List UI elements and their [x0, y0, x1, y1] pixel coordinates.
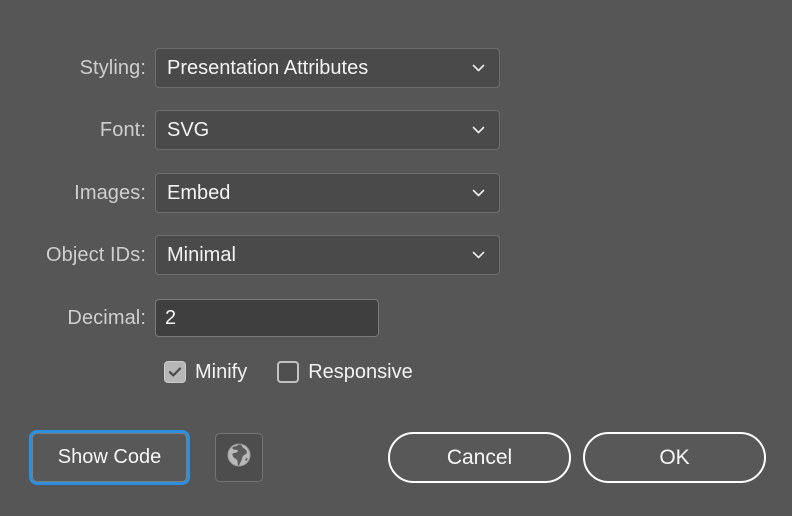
show-code-button[interactable]: Show Code	[32, 433, 187, 482]
checkbox-box-checked	[164, 361, 186, 383]
object-ids-select-value: Minimal	[156, 244, 236, 266]
images-select[interactable]: Embed	[155, 173, 500, 213]
decimal-input[interactable]: 2	[155, 299, 379, 337]
svg-export-options-dialog: Styling: Presentation Attributes Font: S…	[0, 0, 792, 516]
font-select[interactable]: SVG	[155, 110, 500, 150]
form-row-object-ids: Object IDs: Minimal	[0, 234, 792, 276]
checkmark-icon	[168, 365, 182, 379]
form-row-font: Font: SVG	[0, 109, 792, 151]
chevron-down-icon	[471, 123, 486, 138]
label-object-ids: Object IDs:	[0, 244, 155, 266]
label-decimal: Decimal:	[0, 307, 155, 329]
cancel-button[interactable]: Cancel	[388, 432, 571, 483]
responsive-label: Responsive	[308, 361, 413, 383]
form-row-decimal: Decimal: 2	[0, 297, 792, 339]
globe-icon	[226, 442, 252, 473]
decimal-input-value: 2	[156, 307, 176, 329]
responsive-checkbox[interactable]: Responsive	[277, 361, 413, 383]
checkbox-box-unchecked	[277, 361, 299, 383]
preview-in-browser-button[interactable]	[215, 433, 263, 482]
checkbox-group: Minify Responsive	[164, 357, 413, 387]
form-row-images: Images: Embed	[0, 172, 792, 214]
images-select-value: Embed	[156, 182, 230, 204]
minify-checkbox[interactable]: Minify	[164, 361, 247, 383]
label-font: Font:	[0, 119, 155, 141]
font-select-value: SVG	[156, 119, 209, 141]
chevron-down-icon	[471, 248, 486, 263]
styling-select[interactable]: Presentation Attributes	[155, 48, 500, 88]
label-styling: Styling:	[0, 57, 155, 79]
minify-label: Minify	[195, 361, 247, 383]
chevron-down-icon	[471, 61, 486, 76]
chevron-down-icon	[471, 186, 486, 201]
styling-select-value: Presentation Attributes	[156, 57, 368, 79]
ok-button[interactable]: OK	[583, 432, 766, 483]
form-row-styling: Styling: Presentation Attributes	[0, 47, 792, 89]
label-images: Images:	[0, 182, 155, 204]
object-ids-select[interactable]: Minimal	[155, 235, 500, 275]
